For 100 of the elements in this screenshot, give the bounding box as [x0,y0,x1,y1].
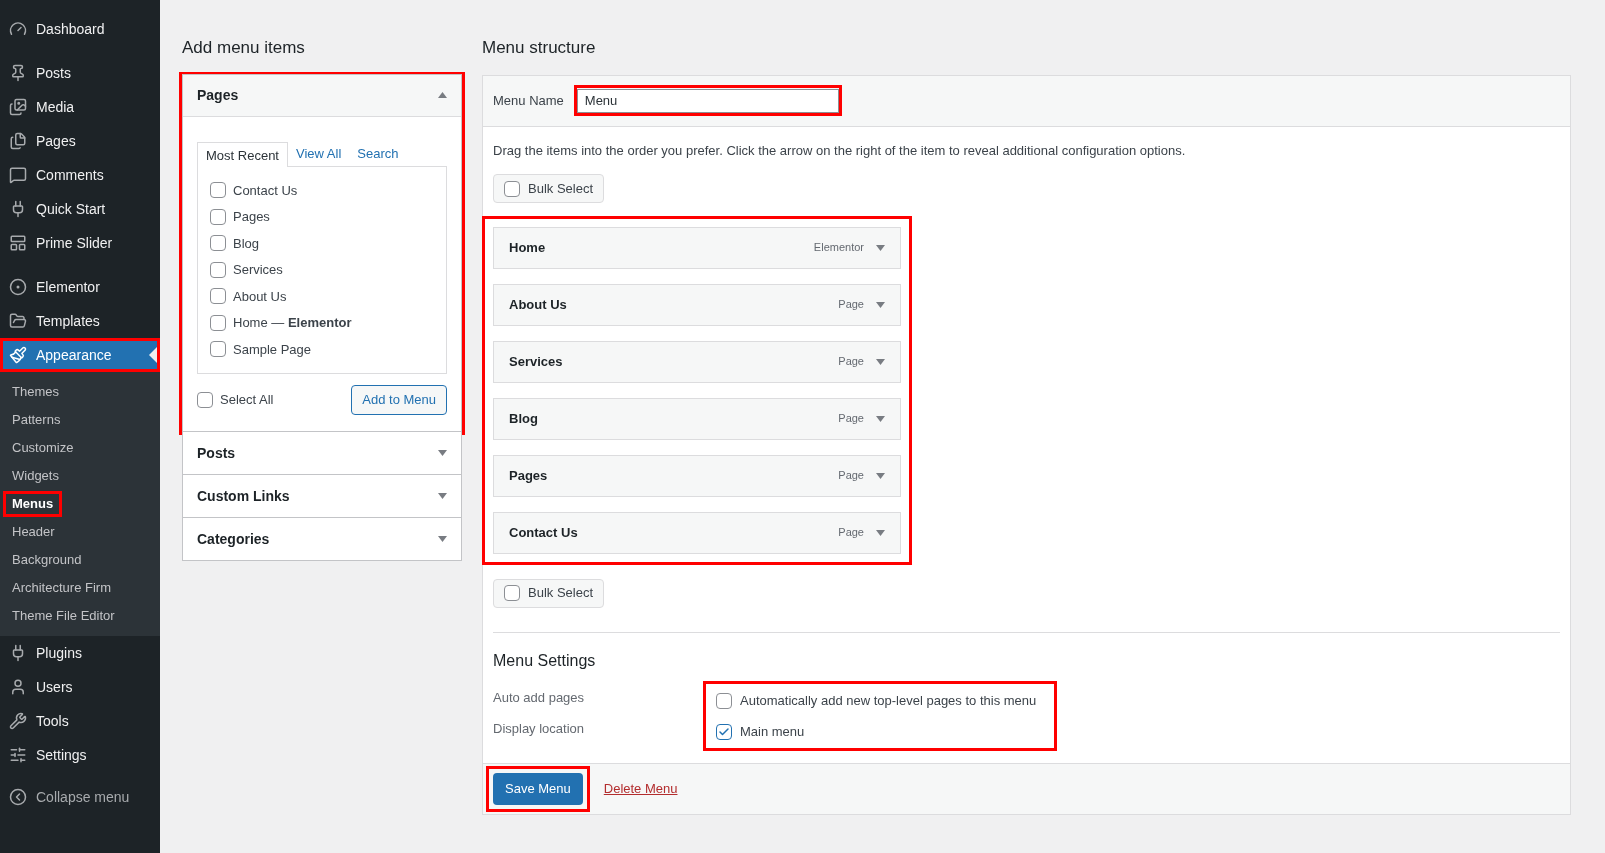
sidebar-item[interactable]: Plugins [0,636,160,670]
submenu-item[interactable]: Widgets [3,463,68,489]
tab[interactable]: Search [349,140,407,166]
checkbox[interactable] [504,585,520,601]
add-to-menu-button[interactable]: Add to Menu [351,385,447,415]
section-title: Custom Links [197,486,290,506]
submenu-item[interactable]: Patterns [3,407,70,433]
submenu-item[interactable]: Theme File Editor [3,603,124,629]
checkbox[interactable] [504,180,520,197]
submenu-item[interactable]: Architecture Firm [3,575,120,601]
menu-item-bar[interactable]: Blog Page [493,397,901,440]
menu-item-bar[interactable]: About Us Page [493,283,901,326]
menu-item-type: Page [838,411,864,427]
caret-icon [876,244,885,251]
submenu-item[interactable]: Background [3,547,91,573]
layout-icon [9,234,27,252]
menu-item-title: Blog [509,409,539,428]
submenu-item[interactable]: Themes [3,379,68,405]
collapse-icon [9,788,27,806]
checkbox[interactable] [210,182,226,199]
menu-item-title: About Us [509,295,568,314]
delete-menu-link[interactable]: Delete Menu [603,779,678,799]
menu-item-type: Page [838,297,864,313]
sidebar-item[interactable]: Comments [0,158,160,192]
collapse-menu-button[interactable]: Collapse menu [0,782,160,812]
caret-icon [438,450,447,456]
setting-option-label: Automatically add new top-level pages to this menu [740,691,1037,710]
menu-item-type: Page [838,354,864,370]
menu-item-type: Elementor [813,240,864,256]
checkbox[interactable] [210,235,226,252]
submenu-item[interactable]: Menus [3,491,63,517]
sidebar-item[interactable]: Dashboard [0,12,160,46]
submenu-item[interactable]: Header [3,519,64,545]
sidebar-item[interactable]: Prime Slider [0,226,160,260]
checkbox[interactable] [210,288,226,305]
sidebar-item[interactable]: Quick Start [0,192,160,226]
menu-item-title: Contact Us [509,523,579,542]
accordion-header[interactable]: Posts [183,432,461,474]
folder-icon [9,312,27,330]
sidebar-item[interactable]: Posts [0,56,160,90]
checkbox[interactable] [210,208,226,225]
caret-icon [438,92,447,98]
caret-icon [438,536,447,542]
page-option-label: Services [233,261,283,279]
accordion-header[interactable]: Custom Links [183,475,461,517]
files-icon [9,132,27,150]
paintbrush-icon [9,346,27,364]
menu-item-bar[interactable]: Contact Us Page [493,511,901,554]
menu-item-title: Pages [509,466,549,485]
menu-item-bar[interactable]: Pages Page [493,454,901,497]
sidebar-item[interactable]: Users [0,670,160,704]
menu-item-bar[interactable]: Home Elementor [493,226,901,269]
checkbox[interactable] [197,392,213,408]
checkbox[interactable] [210,261,226,278]
user-icon [9,678,27,696]
sidebar-item[interactable]: Media [0,90,160,124]
tab[interactable]: Most Recent [197,141,288,167]
checkbox[interactable] [210,314,226,331]
page-option-label: About Us [233,287,287,306]
pin-icon [9,64,27,82]
menu-item-title: Services [509,352,564,371]
images-icon [9,98,27,116]
pointer-icon [149,347,157,363]
setting-option-label: Main menu [740,722,805,741]
select-all-label: Select All [220,391,274,410]
menu-item-title: Home [509,238,547,257]
section-heading: Add menu items [182,37,306,59]
sidebar-item[interactable]: Settings [0,738,160,772]
sidebar-item[interactable]: Tools [0,704,160,738]
checkbox[interactable] [210,341,226,358]
checkbox[interactable] [716,692,732,709]
sidebar-item[interactable]: Appearance [0,338,160,372]
gauge-icon [9,20,27,38]
sidebar-item[interactable]: Templates [0,304,160,338]
sidebar-item[interactable]: Elementor [0,270,160,304]
caret-icon [876,529,885,536]
page-option-label: Pages [233,208,270,226]
check-icon [718,725,730,738]
sliders-icon [9,746,27,764]
accordion-header[interactable]: Pages [183,74,461,117]
speech-bubble-icon [9,166,27,184]
sidebar-item[interactable]: Pages [0,124,160,158]
bulk-select-button[interactable]: Bulk Select [493,174,605,203]
caret-icon [876,301,885,308]
accordion-header[interactable]: Categories [183,518,461,560]
tab[interactable]: View All [288,140,350,166]
save-menu-button[interactable]: Save Menu [493,773,583,805]
section-heading: Menu structure [482,37,597,59]
page-option-label: Sample Page [233,340,312,359]
bulk-select-button[interactable]: Bulk Select [493,578,605,608]
section-title: Pages [197,85,239,105]
circle-logo-icon [9,278,27,296]
checkbox[interactable] [716,723,732,740]
menu-item-bar[interactable]: Services Page [493,340,901,383]
submenu-item[interactable]: Customize [3,435,83,461]
caret-icon [438,493,447,499]
page-option-label: Contact Us [233,181,298,200]
menu-name-field[interactable]: Menu [576,88,839,113]
setting-label: Display location [493,720,586,738]
wrench-icon [9,712,27,730]
